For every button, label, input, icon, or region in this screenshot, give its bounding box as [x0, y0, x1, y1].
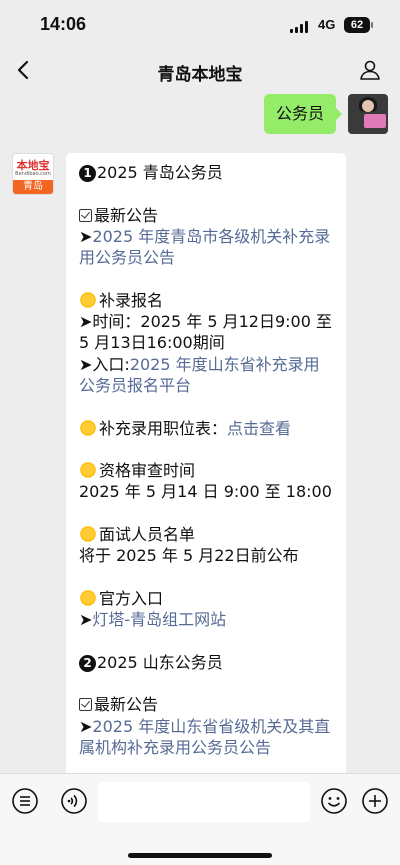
s1-positions-link[interactable]: 点击查看 [227, 419, 291, 438]
s1-interview-value: 将于 2025 年 5 月22日前公布 [79, 546, 299, 566]
user-avatar[interactable] [348, 94, 388, 134]
outgoing-message-row: 公务员 [263, 94, 388, 134]
signal-icon [290, 21, 312, 33]
section2-title-line: 2 2025 山东公务员 [79, 652, 333, 673]
battery-icon: 62 [344, 17, 370, 33]
emoji-icon[interactable] [320, 787, 348, 815]
s1-official-heading-line: 官方入口 [79, 588, 333, 609]
s1-official-heading: 官方入口 [99, 588, 164, 608]
s2-news-heading-line: 最新公告 [79, 694, 333, 715]
s1-reg-heading: 补录报名 [99, 290, 164, 310]
section1-title-line: 1 2025 青岛公务员 [79, 162, 333, 183]
s2-news-link-line: ➤2025 年度山东省省级机关及其直属机构补充录用公务员公告 [79, 716, 331, 758]
s1-positions-label: 补充录用职位表： [99, 418, 228, 438]
s1-review-heading-line: 资格审查时间 [79, 460, 333, 481]
s1-official-link-line: ➤灯塔-青岛组工网站 [79, 610, 227, 630]
sun-icon [79, 418, 97, 437]
home-indicator[interactable] [128, 853, 272, 858]
bot-city-text: 青岛 [13, 180, 53, 194]
sun-icon [79, 290, 97, 309]
s1-review-heading: 资格审查时间 [99, 461, 196, 481]
s1-official-link[interactable]: 灯塔-青岛组工网站 [92, 610, 226, 629]
status-time: 14:06 [40, 14, 87, 34]
section2-title: 2025 山东公务员 [97, 652, 223, 672]
s2-news-heading: 最新公告 [94, 695, 159, 715]
battery-tip [371, 22, 373, 28]
s1-news-heading: 最新公告 [94, 205, 159, 225]
number-one-icon: 1 [79, 165, 96, 182]
outgoing-bubble[interactable]: 公务员 [263, 94, 343, 134]
s1-reg-time-line: ➤时间：2025 年 5 月12日9:00 至 5 月13日16:00期间 [79, 311, 333, 354]
chat-title: 青岛本地宝 [157, 65, 243, 85]
network-type: 4G [318, 17, 336, 32]
s1-reg-time-label: ➤时间： [79, 312, 141, 332]
s1-entry-line: ➤入口:2025 年度山东省补充录用公务员报名平台 [79, 354, 333, 397]
nav-bar: 青岛本地宝 [0, 52, 400, 92]
bot-avatar[interactable]: 本地宝 Bendibao.com 青岛 [12, 153, 54, 195]
message-input[interactable] [98, 782, 310, 822]
sun-icon [79, 461, 97, 480]
s1-news-link[interactable]: 2025 年度青岛市各级机关补充录用公务员公告 [79, 227, 330, 267]
number-two-icon: 2 [79, 654, 96, 672]
menu-list-icon[interactable] [11, 787, 39, 815]
bot-site-text: Bendibao.com [15, 171, 51, 177]
s1-news-link-line: ➤2025 年度青岛市各级机关补充录用公务员公告 [79, 226, 331, 268]
s1-interview-heading: 面试人员名单 [99, 525, 196, 545]
sun-icon [79, 588, 97, 607]
s1-reg-heading-line: 补录报名 [79, 290, 333, 311]
profile-icon[interactable] [358, 58, 382, 82]
section1-title: 2025 青岛公务员 [97, 163, 223, 182]
status-bar: 14:06 4G 62 [0, 0, 400, 52]
s1-interview-heading-line: 面试人员名单 [79, 524, 333, 545]
checkbox-icon [79, 208, 92, 222]
sun-icon [79, 525, 97, 544]
s2-news-link[interactable]: 2025 年度山东省省级机关及其直属机构补充录用公务员公告 [79, 717, 330, 757]
s1-positions-line: 补充录用职位表：点击查看 [79, 418, 333, 439]
checkbox-icon [79, 698, 92, 712]
plus-icon[interactable] [361, 787, 389, 815]
voice-icon[interactable] [60, 787, 88, 815]
incoming-bubble: 1 2025 青岛公务员 最新公告 ➤2025 年度青岛市各级机关补充录用公务员公… [66, 153, 346, 793]
s1-review-value: 2025 年 5 月14 日 9:00 至 18:00 [79, 482, 332, 502]
s1-news-heading-line: 最新公告 [79, 205, 333, 226]
input-bar [0, 773, 400, 865]
s1-entry-label: ➤入口: [79, 354, 130, 374]
